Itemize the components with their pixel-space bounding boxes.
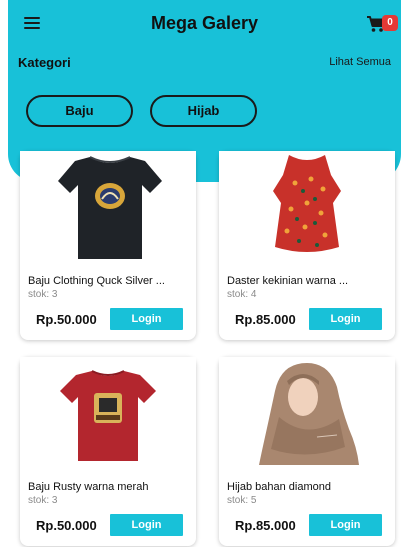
product-name: Baju Rusty warna merah [28, 481, 149, 493]
category-chip-hijab[interactable]: Hijab [150, 95, 257, 127]
product-card[interactable]: Hijab bahan diamond stok: 5 Rp.85.000 Lo… [219, 357, 395, 546]
app-bar: Mega Galery 0 [8, 0, 401, 46]
product-image-black-tshirt [20, 151, 196, 266]
app-title: Mega Galery [150, 13, 259, 33]
product-name: Daster kekinian warna ... [227, 275, 349, 287]
product-name: Baju Clothing Quck Silver ... [28, 275, 165, 287]
product-stock: stok: 4 [227, 289, 257, 300]
product-price: Rp.85.000 [235, 518, 296, 533]
product-price: Rp.85.000 [235, 312, 296, 327]
product-card[interactable]: Daster kekinian warna ... stok: 4 Rp.85.… [219, 151, 395, 340]
product-card[interactable]: Baju Clothing Quck Silver ... stok: 3 Rp… [20, 151, 196, 340]
product-card[interactable]: Baju Rusty warna merah stok: 3 Rp.50.000… [20, 357, 196, 546]
product-stock: stok: 3 [28, 289, 58, 300]
product-image-red-tshirt [20, 357, 196, 472]
product-price: Rp.50.000 [36, 312, 97, 327]
category-chip-baju[interactable]: Baju [26, 95, 133, 127]
login-button[interactable]: Login [110, 308, 183, 330]
product-name: Hijab bahan diamond [227, 481, 331, 493]
product-image-red-dress [219, 151, 395, 266]
app-screen: Mega Galery 0 Kategori Lihat Semua Baju … [8, 0, 401, 547]
login-button[interactable]: Login [309, 514, 382, 536]
product-stock: stok: 3 [28, 495, 58, 506]
category-heading: Kategori [18, 55, 71, 70]
see-all-link[interactable]: Lihat Semua [329, 56, 391, 68]
login-button[interactable]: Login [309, 308, 382, 330]
product-image-hijab-model [219, 357, 395, 472]
product-stock: stok: 5 [227, 495, 257, 506]
login-button[interactable]: Login [110, 514, 183, 536]
product-price: Rp.50.000 [36, 518, 97, 533]
cart-count-badge: 0 [382, 15, 398, 31]
